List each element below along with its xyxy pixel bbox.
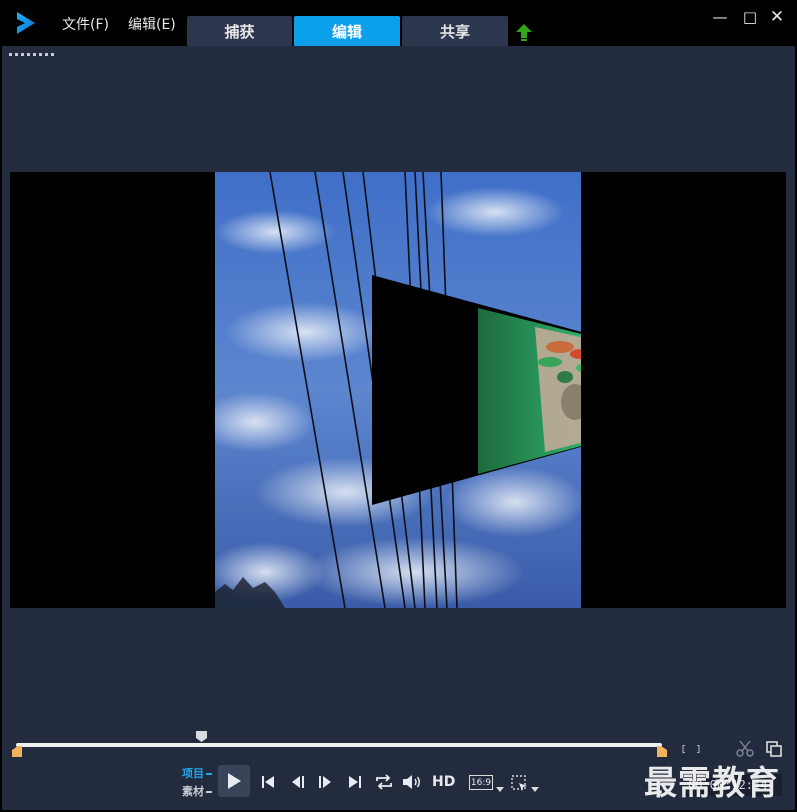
- app-logo-icon: [17, 12, 35, 34]
- speaker-icon: [403, 775, 420, 789]
- close-button[interactable]: ✕: [768, 7, 786, 27]
- timeline-scrubber[interactable]: [16, 743, 662, 747]
- menu-file[interactable]: 文件(F): [62, 14, 109, 34]
- skip-to-start-icon: [262, 776, 274, 788]
- go-to-start-button[interactable]: [258, 772, 278, 792]
- upload-arrow-icon[interactable]: [514, 22, 534, 42]
- player-panel: 项目 素材 HD 16:9 00:00:12:14 最需教育: [2, 46, 795, 810]
- resize-crop-icon[interactable]: [510, 774, 530, 794]
- minimize-button[interactable]: —: [711, 8, 729, 26]
- tab-share[interactable]: 共享: [402, 16, 508, 46]
- resize-dropdown-icon[interactable]: [531, 787, 539, 792]
- volume-button[interactable]: [402, 772, 422, 792]
- repeat-icon: [376, 774, 392, 790]
- preview-frame-image: [215, 172, 581, 608]
- repeat-button[interactable]: [374, 772, 394, 792]
- playhead-marker-icon[interactable]: [195, 730, 208, 743]
- playback-mode-switch[interactable]: 项目 素材: [182, 765, 212, 801]
- aspect-ratio-dropdown-icon[interactable]: [496, 787, 504, 792]
- skip-to-end-icon: [349, 776, 361, 788]
- mode-project-option[interactable]: 项目: [182, 765, 212, 783]
- next-frame-button[interactable]: [315, 772, 335, 792]
- go-to-end-button[interactable]: [345, 772, 365, 792]
- maximize-button[interactable]: □: [741, 8, 759, 26]
- tab-capture[interactable]: 捕获: [187, 16, 292, 46]
- mark-in-handle-icon[interactable]: [12, 746, 22, 757]
- aspect-ratio-button[interactable]: 16:9: [469, 775, 493, 790]
- mode-clip-option[interactable]: 素材: [182, 783, 212, 801]
- step-back-icon: [292, 776, 304, 788]
- previous-frame-button[interactable]: [288, 772, 308, 792]
- menu-edit[interactable]: 编辑(E): [128, 14, 176, 34]
- play-button[interactable]: [218, 765, 250, 797]
- title-bar: 文件(F) 编辑(E) 捕获 编辑 共享 — □ ✕: [0, 0, 797, 46]
- play-icon: [228, 773, 241, 789]
- tab-edit[interactable]: 编辑: [294, 16, 400, 46]
- watermark-text: 最需教育: [644, 763, 780, 802]
- step-forward-icon: [319, 776, 331, 788]
- panel-grip-icon[interactable]: [9, 53, 55, 56]
- hd-preview-toggle[interactable]: HD: [432, 774, 455, 790]
- video-preview[interactable]: [10, 172, 786, 608]
